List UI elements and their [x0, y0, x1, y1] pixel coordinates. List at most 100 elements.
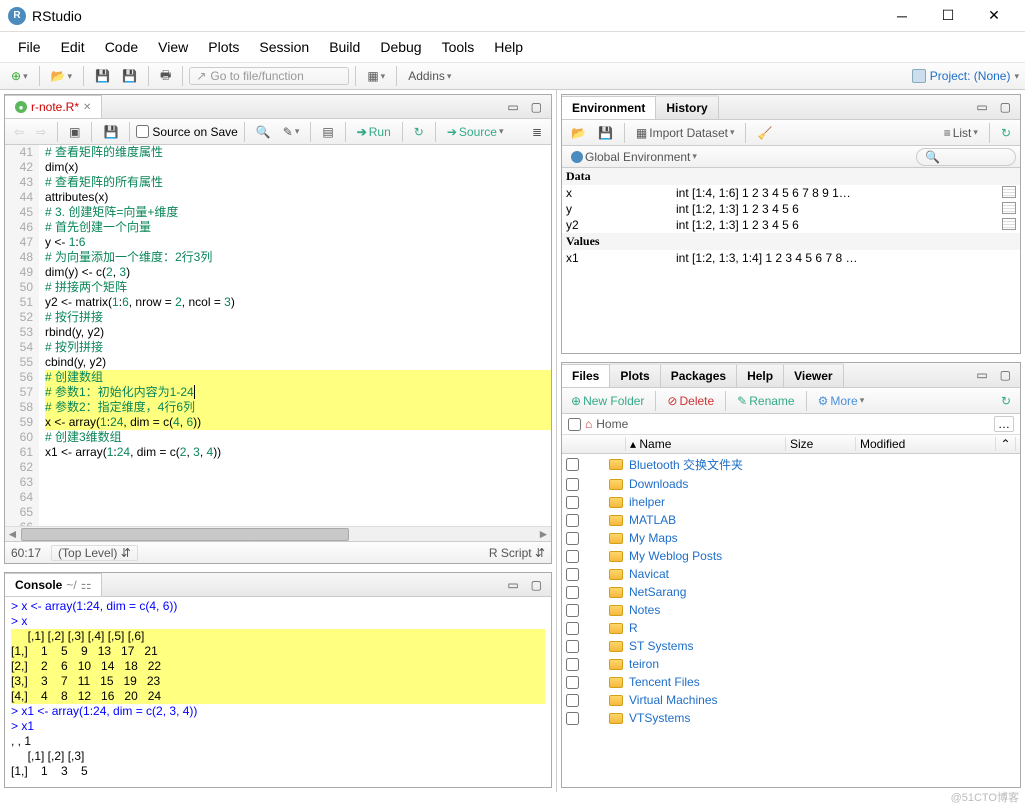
back-button[interactable]: ⇦	[9, 122, 29, 142]
clear-button[interactable]: 🧹	[752, 123, 777, 143]
maximize-files-icon[interactable]: ▢	[995, 365, 1016, 385]
file-link[interactable]: ihelper	[629, 495, 665, 509]
menu-file[interactable]: File	[10, 37, 49, 57]
console-tab[interactable]: Console ~/ ⚏	[5, 573, 102, 596]
file-checkbox[interactable]	[566, 532, 579, 545]
file-link[interactable]: Notes	[629, 603, 660, 617]
code-editor[interactable]: 41 42 43 44 45 46 47 48 49 50 51 52 53 5…	[5, 145, 551, 526]
editor-hscroll[interactable]: ◄►	[5, 526, 551, 541]
open-file-button[interactable]: 📂▾	[46, 66, 77, 86]
file-checkbox[interactable]	[566, 550, 579, 563]
file-row[interactable]: Navicat	[562, 565, 1020, 583]
file-link[interactable]: Virtual Machines	[629, 693, 718, 707]
load-workspace-button[interactable]: 📂	[566, 123, 591, 143]
find-button[interactable]: 🔍	[251, 122, 276, 142]
grid-button[interactable]: ▦▾	[362, 66, 390, 86]
menu-tools[interactable]: Tools	[434, 37, 483, 57]
file-link[interactable]: NetSarang	[629, 585, 686, 599]
language-selector[interactable]: R Script ⇵	[489, 546, 545, 560]
select-all-checkbox[interactable]	[568, 418, 581, 431]
tab-files[interactable]: Files	[562, 364, 610, 387]
tab-help[interactable]: Help	[737, 363, 784, 387]
file-row[interactable]: teiron	[562, 655, 1020, 673]
save-all-button[interactable]: 💾	[117, 66, 142, 86]
env-row[interactable]: y2int [1:2, 1:3] 1 2 3 4 5 6	[562, 217, 1020, 233]
goto-file-input[interactable]: ↗ Go to file/function	[189, 67, 349, 85]
file-row[interactable]: ST Systems	[562, 637, 1020, 655]
file-row[interactable]: Tencent Files	[562, 673, 1020, 691]
file-checkbox[interactable]	[566, 586, 579, 599]
refresh-env-button[interactable]: ↻	[996, 123, 1016, 143]
tab-plots[interactable]: Plots	[610, 363, 660, 387]
outline-button[interactable]: ≣	[527, 122, 547, 142]
menu-plots[interactable]: Plots	[200, 37, 247, 57]
source-tab[interactable]: ● r-note.R* ✕	[5, 95, 102, 118]
file-row[interactable]: Bluetooth 交换文件夹	[562, 454, 1020, 475]
file-link[interactable]: My Maps	[629, 531, 678, 545]
minimize-button[interactable]: ─	[879, 1, 925, 31]
new-folder-button[interactable]: ⊕ New Folder	[566, 391, 649, 411]
source-button[interactable]: ➔Source▾	[442, 122, 509, 142]
minimize-pane-icon[interactable]: ▭	[502, 97, 523, 117]
breadcrumb[interactable]: ⌂ Home …	[562, 414, 1020, 435]
menu-help[interactable]: Help	[486, 37, 531, 57]
file-row[interactable]: My Maps	[562, 529, 1020, 547]
wand-button[interactable]: ✎▾	[278, 122, 305, 142]
file-link[interactable]: MATLAB	[629, 513, 676, 527]
tab-environment[interactable]: Environment	[562, 96, 656, 119]
file-checkbox[interactable]	[566, 712, 579, 725]
refresh-files-button[interactable]: ↻	[996, 391, 1016, 411]
grid-icon[interactable]	[1002, 186, 1016, 198]
minimize-console-icon[interactable]: ▭	[502, 575, 523, 595]
file-link[interactable]: Downloads	[629, 477, 688, 491]
menu-debug[interactable]: Debug	[372, 37, 429, 57]
menu-build[interactable]: Build	[321, 37, 368, 57]
list-view-button[interactable]: ≡ List▾	[939, 123, 983, 143]
popout-button[interactable]: ▣	[64, 122, 85, 142]
file-row[interactable]: Virtual Machines	[562, 691, 1020, 709]
maximize-pane-icon[interactable]: ▢	[526, 97, 547, 117]
env-search-input[interactable]: 🔍	[916, 148, 1016, 166]
minimize-env-icon[interactable]: ▭	[971, 97, 992, 117]
console-output[interactable]: > x <- array(1:24, dim = c(4, 6))> x [,1…	[5, 597, 551, 787]
addins-button[interactable]: Addins ▾	[403, 66, 456, 86]
scope-selector[interactable]: (Top Level) ⇵	[51, 545, 138, 561]
import-dataset-button[interactable]: ▦ Import Dataset▾	[631, 123, 740, 143]
file-link[interactable]: Bluetooth 交换文件夹	[629, 456, 743, 473]
rename-button[interactable]: ✎ Rename	[732, 391, 799, 411]
forward-button[interactable]: ⇨	[31, 122, 51, 142]
tab-history[interactable]: History	[656, 95, 718, 119]
menu-edit[interactable]: Edit	[53, 37, 93, 57]
maximize-button[interactable]: ☐	[925, 1, 971, 31]
path-more-button[interactable]: …	[994, 416, 1014, 432]
file-link[interactable]: ST Systems	[629, 639, 693, 653]
run-button[interactable]: ➔Run	[352, 122, 396, 142]
minimize-files-icon[interactable]: ▭	[971, 365, 992, 385]
file-link[interactable]: VTSystems	[629, 711, 690, 725]
env-row[interactable]: xint [1:4, 1:6] 1 2 3 4 5 6 7 8 9 1…	[562, 185, 1020, 201]
file-row[interactable]: ihelper	[562, 493, 1020, 511]
file-checkbox[interactable]	[566, 458, 579, 471]
source-on-save-checkbox[interactable]: Source on Save	[136, 125, 237, 139]
file-row[interactable]: NetSarang	[562, 583, 1020, 601]
project-menu[interactable]: Project: (None) ▾	[912, 69, 1019, 83]
tab-viewer[interactable]: Viewer	[784, 363, 843, 387]
env-row[interactable]: yint [1:2, 1:3] 1 2 3 4 5 6	[562, 201, 1020, 217]
save-button[interactable]: 💾	[90, 66, 115, 86]
notebook-button[interactable]: ▤	[317, 122, 338, 142]
file-link[interactable]: Navicat	[629, 567, 669, 581]
file-link[interactable]: Tencent Files	[629, 675, 700, 689]
env-row[interactable]: x1int [1:2, 1:3, 1:4] 1 2 3 4 5 6 7 8 …	[562, 250, 1020, 266]
menu-session[interactable]: Session	[251, 37, 317, 57]
grid-icon[interactable]	[1002, 218, 1016, 230]
file-link[interactable]: teiron	[629, 657, 659, 671]
file-checkbox[interactable]	[566, 478, 579, 491]
scope-button[interactable]: Global Environment▾	[566, 147, 702, 167]
file-row[interactable]: R	[562, 619, 1020, 637]
file-row[interactable]: Downloads	[562, 475, 1020, 493]
rerun-button[interactable]: ↻	[409, 122, 429, 142]
file-checkbox[interactable]	[566, 640, 579, 653]
file-row[interactable]: My Weblog Posts	[562, 547, 1020, 565]
file-row[interactable]: Notes	[562, 601, 1020, 619]
more-button[interactable]: ⚙ More▾	[813, 391, 870, 411]
